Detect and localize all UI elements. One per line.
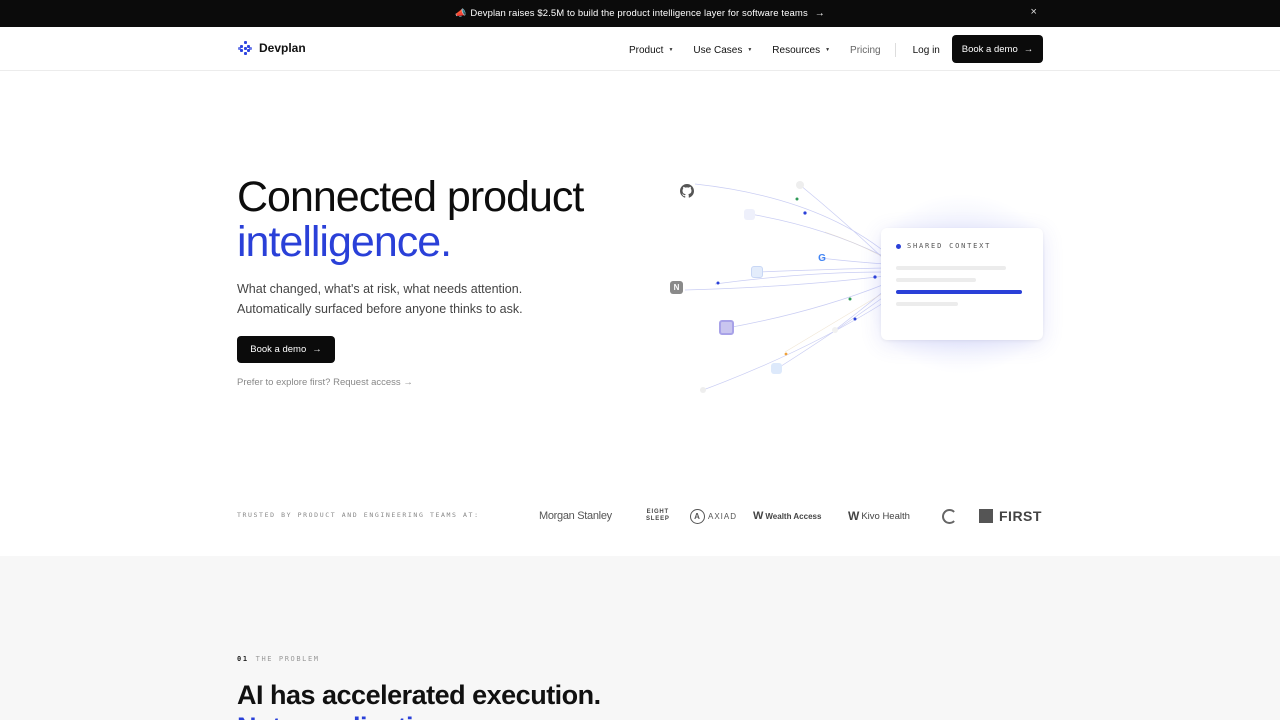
axiad-logo: A AXIAD [690,505,737,527]
shared-context-card: SHARED CONTEXT [881,228,1043,340]
arrow-right-icon: → [1023,43,1034,55]
context-line [896,302,958,306]
chevron-down-icon: ▼ [825,47,831,53]
card-label-text: SHARED CONTEXT [907,242,992,250]
github-icon [680,184,696,200]
swirl-logo [942,505,957,527]
calendar-icon [751,266,763,278]
notion-icon: N [670,281,683,294]
problem-title-accent: Not coordination. [237,711,601,720]
linear-icon [744,209,755,220]
eight-sleep-logo: EIGHT SLEEP [646,505,670,527]
first-mark-icon [979,509,993,523]
hero-subtitle: What changed, what's at risk, what needs… [237,279,523,319]
hero-title: Connected product intelligence. [237,173,584,266]
problem-title-line1: AI has accelerated execution. [237,680,601,710]
morgan-stanley-logo: Morgan Stanley [539,505,612,527]
card-label: SHARED CONTEXT [896,242,991,250]
nav-item-label: Product [629,44,664,56]
nav-item-label: Pricing [850,44,881,56]
announcement-text[interactable]: Devplan raises $2.5M to build the produc… [470,8,807,19]
hero-subtitle-line1: What changed, what's at risk, what needs… [237,282,523,296]
brand-text: Kivo Health [861,510,910,522]
problem-title: AI has accelerated execution. Not coordi… [237,679,601,720]
hero-book-demo-button[interactable]: Book a demo → [237,336,335,363]
request-access-link[interactable]: Prefer to explore first? Request access … [237,377,413,388]
problem-section: 01 THE PROBLEM AI has accelerated executi… [0,556,1280,720]
nav-item-label: Resources [772,44,821,56]
swirl-logo-icon [942,508,957,524]
wealth-access-mark-icon: W [753,510,763,522]
kivo-health-logo: W Kivo Health [848,505,910,527]
section-number: 01 [237,655,249,663]
section-eyebrow-text: THE PROBLEM [255,655,320,663]
shared-context-illustration: G N SHARED CONTEXT [665,172,1045,402]
context-line [896,266,1006,270]
brand-text: SLEEP [646,516,670,522]
brand-logo[interactable]: Devplan [238,41,306,55]
wealth-access-logo: W Wealth Access [753,505,821,527]
status-dot-icon [896,243,901,249]
button-label: Book a demo [961,43,1018,55]
brand-text: AXIAD [708,511,738,521]
brand-text: EIGHT [646,509,670,515]
arrow-right-icon: → [312,344,322,355]
megaphone-icon: 📣 [455,8,467,18]
nav-item-label: Use Cases [693,44,743,56]
hero-subtitle-line2: Automatically surfaced before anyone thi… [237,302,523,316]
chevron-down-icon: ▼ [747,47,753,53]
jira-icon [771,363,782,374]
hero-title-accent: intelligence. [237,218,452,266]
nav-links: Product ▼ Use Cases ▼ Resources ▼ Pricin… [629,43,940,57]
nav-item-product[interactable]: Product ▼ [629,45,673,56]
chevron-down-icon: ▼ [668,47,674,53]
announcement-bar[interactable]: 📣 Devplan raises $2.5M to build the prod… [0,0,1280,27]
nav-divider [894,43,896,57]
first-logo: FIRST [979,505,1042,527]
figma-icon [719,320,734,335]
brand-name: Devplan [259,41,306,55]
kivo-mark-icon: W [848,509,859,523]
devplan-logo-icon [238,41,252,55]
brand-text: Morgan Stanley [539,510,612,522]
close-icon[interactable]: × [1030,6,1037,18]
nav-item-pricing[interactable]: Pricing [850,45,881,56]
arrow-right-icon[interactable]: → [815,8,825,19]
nav-item-resources[interactable]: Resources ▼ [772,45,830,56]
nav-item-use-cases[interactable]: Use Cases ▼ [693,45,752,56]
google-icon: G [818,252,826,264]
context-line [896,278,976,282]
context-line-highlight [896,290,1022,294]
brand-text: FIRST [999,508,1042,524]
login-link[interactable]: Log in [913,45,940,56]
top-nav: Devplan Product ▼ Use Cases ▼ Resources … [0,27,1280,71]
customer-logos: Morgan Stanley EIGHT SLEEP A AXIAD W Wea… [0,505,1280,527]
axiad-mark-icon: A [690,508,705,524]
book-demo-button[interactable]: Book a demo → [952,35,1043,63]
section-eyebrow: 01 THE PROBLEM [237,655,320,663]
brand-text: Wealth Access [765,511,822,521]
hero-title-line1: Connected product [237,173,584,221]
button-label: Book a demo [250,344,307,355]
